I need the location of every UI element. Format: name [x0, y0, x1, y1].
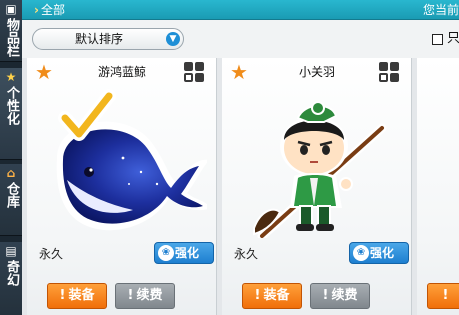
sidebar-item-personalize[interactable]: ★ 个性化 [0, 68, 22, 160]
view-toggle-icon[interactable] [184, 62, 204, 82]
breadcrumb[interactable]: › 全部 [34, 2, 65, 18]
equip-button[interactable]: ! 装备 [47, 283, 107, 309]
item-card[interactable]: ! [417, 58, 459, 315]
equip-button[interactable]: ! [427, 283, 459, 309]
item-duration: 永久 [39, 247, 64, 261]
status-text: 您当前 [422, 3, 459, 17]
sidebar-item-fantasy[interactable]: ▤ 奇幻 [0, 242, 22, 315]
alert-icon: ! [322, 288, 329, 303]
renew-button[interactable]: ! 续费 [115, 283, 175, 309]
item-card[interactable]: ★ 小关羽 永久 ❀ 强化 ! 装备 ! 续费 [222, 58, 412, 315]
sidebar-item-inventory[interactable]: ▣ 物品栏 [0, 0, 22, 62]
item-card[interactable]: ★ 游鸿蓝鲸 永久 ❀ 强化 ! 装备 ! 续费 [27, 58, 217, 315]
top-bar: › 全部 您当前 [22, 0, 459, 20]
star-icon: ★ [5, 70, 17, 84]
chevron-right-icon: › [34, 3, 39, 17]
sidebar: ▣ 物品栏 ★ 个性化 ⌂ 仓库 ▤ 奇幻 [0, 0, 22, 315]
item-window: ▣ 物品栏 ★ 个性化 ⌂ 仓库 ▤ 奇幻 ›全部 您当前 默认排序 ▼ 只 [0, 0, 459, 315]
blue-whale-image [56, 89, 207, 231]
sort-select[interactable]: 默认排序 ▼ [32, 28, 184, 50]
sort-select-label: 默认排序 [74, 32, 123, 46]
renew-button[interactable]: ! 续费 [310, 283, 370, 309]
scroll-icon: ▤ [5, 244, 17, 258]
filter-checkbox-label: 只 [447, 31, 459, 46]
equip-button[interactable]: ! 装备 [242, 283, 302, 309]
alert-icon: ! [254, 288, 261, 303]
item-duration: 永久 [234, 247, 259, 261]
alert-icon: ! [59, 288, 66, 303]
box-icon: ▣ [5, 2, 17, 16]
favorite-star-icon[interactable]: ★ [230, 62, 248, 82]
alert-icon: ! [442, 288, 449, 303]
item-name: 小关羽 [298, 65, 335, 79]
sidebar-item-warehouse[interactable]: ⌂ 仓库 [0, 164, 22, 236]
enhance-badge[interactable]: ❀ 强化 [154, 242, 214, 264]
guan-yu-character-image [253, 101, 387, 238]
item-grid: ★ 游鸿蓝鲸 永久 ❀ 强化 ! 装备 ! 续费 ★ 小关羽 永久 ❀ 强化 !… [22, 58, 459, 315]
alert-icon: ! [127, 288, 134, 303]
item-name: 游鸿蓝鲸 [97, 65, 146, 79]
home-icon: ⌂ [6, 166, 16, 180]
enhance-badge[interactable]: ❀ 强化 [349, 242, 409, 264]
sort-bar: 默认排序 ▼ 只 [22, 20, 459, 58]
filter-checkbox[interactable] [432, 34, 443, 45]
view-toggle-icon[interactable] [379, 62, 399, 82]
favorite-star-icon[interactable]: ★ [35, 62, 53, 82]
chevron-down-icon: ▼ [166, 32, 180, 46]
paw-icon: ❀ [353, 245, 369, 261]
paw-icon: ❀ [158, 245, 174, 261]
